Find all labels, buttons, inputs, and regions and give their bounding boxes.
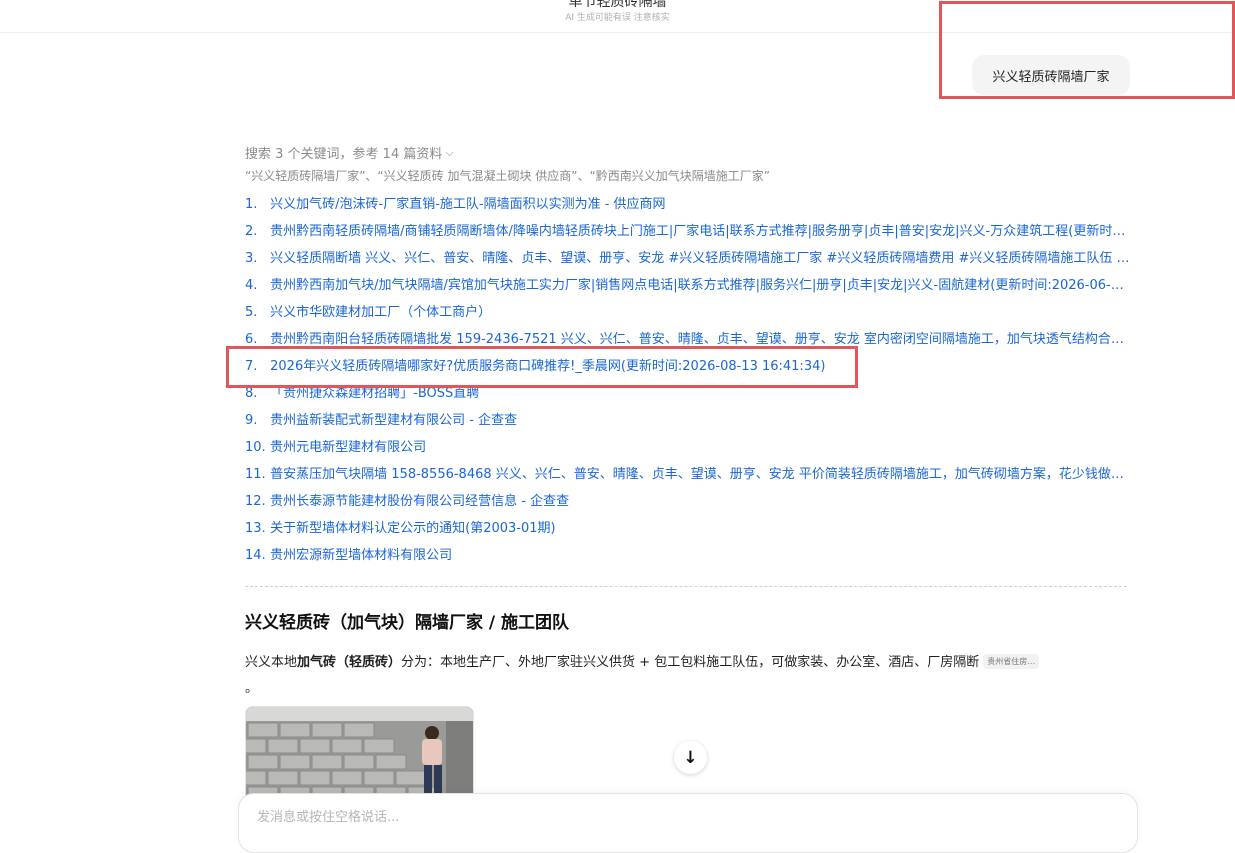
reference-title: 「贵州捷众森建材招聘」-BOSS直聘	[270, 386, 480, 401]
reference-link-12[interactable]: 12. 贵州长泰源节能建材股份有限公司经营信息 - 企查查	[245, 488, 1130, 515]
reference-link-11[interactable]: 11. 普安蒸压加气块隔墙 158-8556-8468 兴义、兴仁、普安、晴隆、…	[245, 461, 1130, 488]
reference-link-1[interactable]: 1. 兴义加气砖/泡沫砖-厂家直销-施工队-隔墙面积以实测为准 - 供应商网	[245, 191, 1130, 218]
reference-title: 贵州益新装配式新型建材有限公司 - 企查查	[270, 413, 518, 428]
source-citation-chip[interactable]: 贵州省住房…	[983, 654, 1040, 669]
paragraph-end: 。	[245, 681, 259, 696]
message-input[interactable]	[255, 806, 1119, 828]
scroll-to-bottom-button[interactable]: ↓	[674, 741, 707, 774]
paragraph-text: 兴义本地	[245, 655, 298, 670]
reference-number: 8.	[245, 386, 258, 401]
reference-number: 7.	[245, 359, 258, 374]
search-keywords: “兴义轻质砖隔墙厂家”、“兴义轻质砖 加气混凝土砌块 供应商”、“黔西南兴义加气…	[245, 169, 770, 183]
construction-photo[interactable]	[245, 706, 474, 796]
search-summary-text: 搜索 3 个关键词，参考 14 篇资料	[245, 147, 443, 162]
reference-list: 1. 兴义加气砖/泡沫砖-厂家直销-施工队-隔墙面积以实测为准 - 供应商网 2.…	[245, 191, 1130, 569]
reference-number: 11.	[245, 467, 266, 482]
reference-link-3[interactable]: 3. 兴义轻质隔断墙 兴义、兴仁、普安、晴隆、贞丰、望谟、册亨、安龙 #兴义轻质…	[245, 245, 1130, 272]
reference-link-8[interactable]: 8. 「贵州捷众森建材招聘」-BOSS直聘	[245, 380, 1130, 407]
message-composer	[238, 793, 1138, 853]
reference-number: 3.	[245, 251, 258, 266]
reference-title: 兴义市华欧建材加工厂（个体工商户）	[270, 305, 492, 320]
reference-title: 贵州宏源新型墙体材料有限公司	[270, 548, 453, 563]
reference-title: 普安蒸压加气块隔墙 158-8556-8468 兴义、兴仁、普安、晴隆、贞丰、望…	[270, 467, 1130, 482]
reference-number: 5.	[245, 305, 258, 320]
reference-title: 贵州元电新型建材有限公司	[270, 440, 427, 455]
reference-link-13[interactable]: 13. 关于新型墙体材料认定公示的通知(第2003-01期)	[245, 515, 1130, 542]
reference-number: 2.	[245, 224, 258, 239]
ai-disclaimer: AI 生成可能有误 注意核实	[565, 13, 670, 23]
reference-link-4[interactable]: 4. 贵州黔西南加气块/加气块隔墙/宾馆加气块施工实力厂家|销售网点电话|联系方…	[245, 272, 1130, 299]
reference-number: 14.	[245, 548, 266, 563]
reference-title: 兴义加气砖/泡沫砖-厂家直销-施工队-隔墙面积以实测为准 - 供应商网	[270, 197, 666, 212]
reference-number: 6.	[245, 332, 258, 347]
photo-illustration	[246, 707, 473, 795]
answer-heading: 兴义轻质砖（加气块）隔墙厂家 / 施工团队	[245, 613, 570, 633]
chevron-down-icon: ⌵	[445, 145, 454, 159]
reference-link-9[interactable]: 9. 贵州益新装配式新型建材有限公司 - 企查查	[245, 407, 1130, 434]
reference-link-7[interactable]: 7. 2026年兴义轻质砖隔墙哪家好?优质服务商口碑推荐!_季晨网(更新时间:2…	[245, 353, 1130, 380]
reference-title: 贵州长泰源节能建材股份有限公司经营信息 - 企查查	[270, 494, 570, 509]
reference-number: 9.	[245, 413, 258, 428]
paragraph-bold-text: 加气砖（轻质砖）	[297, 655, 402, 670]
reference-link-10[interactable]: 10. 贵州元电新型建材有限公司	[245, 434, 1130, 461]
reference-link-6[interactable]: 6. 贵州黔西南阳台轻质砖隔墙批发 159-2436-7521 兴义、兴仁、普安…	[245, 326, 1130, 353]
reference-number: 12.	[245, 494, 266, 509]
reference-link-14[interactable]: 14. 贵州宏源新型墙体材料有限公司	[245, 542, 1130, 569]
reference-link-2[interactable]: 2. 贵州黔西南轻质砖隔墙/商铺轻质隔断墙体/降噪内墙轻质砖块上门施工|厂家电话…	[245, 218, 1130, 245]
section-divider	[245, 586, 1127, 587]
reference-number: 13.	[245, 521, 266, 536]
arrow-down-icon: ↓	[683, 747, 698, 768]
reference-title: 关于新型墙体材料认定公示的通知(第2003-01期)	[270, 521, 556, 536]
paragraph-text-rest: 分为：本地生产厂、外地厂家驻兴义供货 + 包工包料施工队伍，可做家装、办公室、酒…	[401, 655, 980, 670]
answer-paragraph: 兴义本地加气砖（轻质砖）分为：本地生产厂、外地厂家驻兴义供货 + 包工包料施工队…	[245, 650, 1125, 702]
reference-title: 兴义轻质隔断墙 兴义、兴仁、普安、晴隆、贞丰、望谟、册亨、安龙 #兴义轻质砖隔墙…	[270, 251, 1130, 266]
search-summary-toggle[interactable]: 搜索 3 个关键词，参考 14 篇资料 ⌵	[245, 143, 454, 163]
reference-number: 10.	[245, 440, 266, 455]
reference-title: 贵州黔西南加气块/加气块隔墙/宾馆加气块施工实力厂家|销售网点电话|联系方式推荐…	[270, 278, 1130, 293]
reference-title: 2026年兴义轻质砖隔墙哪家好?优质服务商口碑推荐!_季晨网(更新时间:2026…	[270, 359, 826, 374]
reference-title: 贵州黔西南阳台轻质砖隔墙批发 159-2436-7521 兴义、兴仁、普安、晴隆…	[270, 332, 1130, 347]
reference-number: 4.	[245, 278, 258, 293]
reference-title: 贵州黔西南轻质砖隔墙/商铺轻质隔断墙体/降噪内墙轻质砖块上门施工|厂家电话|联系…	[270, 224, 1130, 239]
user-message-bubble: 兴义轻质砖隔墙厂家	[972, 55, 1130, 95]
reference-number: 1.	[245, 197, 258, 212]
reference-link-5[interactable]: 5. 兴义市华欧建材加工厂（个体工商户）	[245, 299, 1130, 326]
user-message-text: 兴义轻质砖隔墙厂家	[992, 69, 1110, 85]
header-bar: 单节轻质砖隔墙 AI 生成可能有误 注意核实	[0, 0, 1235, 33]
